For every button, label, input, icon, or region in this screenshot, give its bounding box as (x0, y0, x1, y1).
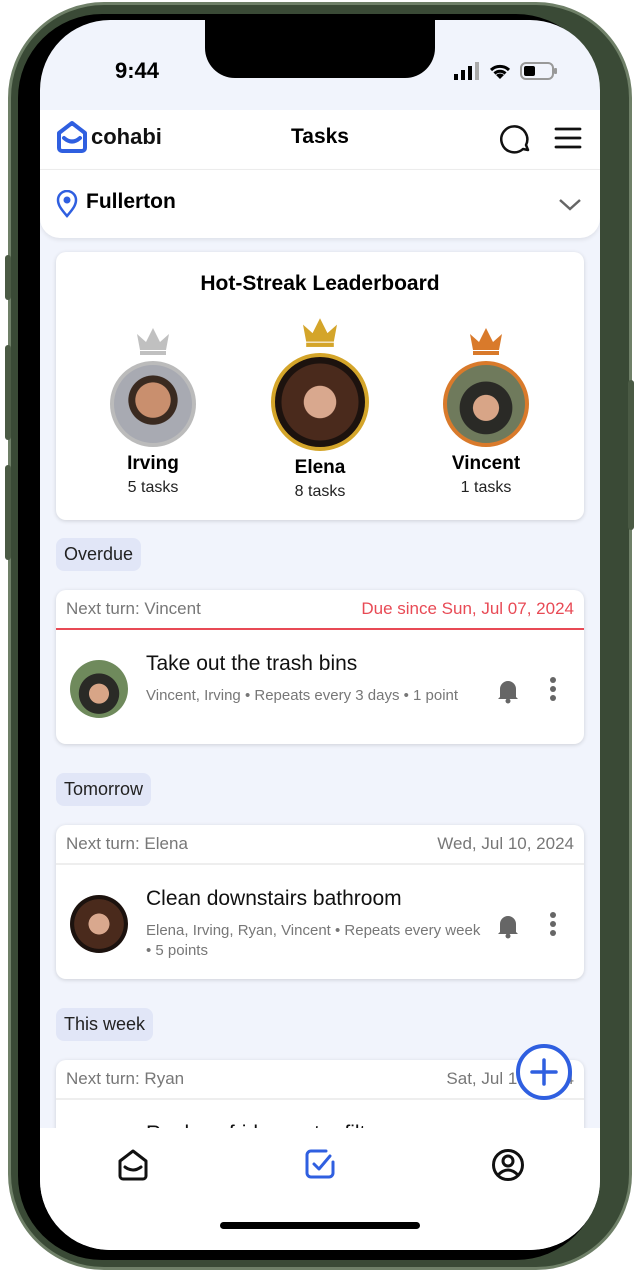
avatar (70, 660, 128, 718)
person-name: Elena (294, 457, 346, 478)
volume-up-button (5, 345, 11, 440)
location-name: Fullerton (86, 190, 176, 213)
avatar (271, 353, 369, 451)
notch (205, 20, 435, 78)
wifi-icon (489, 64, 511, 79)
task-title: Clean downstairs bathroom (146, 887, 402, 910)
task-meta: Elena, Irving, Ryan, Vincent • Repeats e… (146, 922, 481, 959)
location-pin-icon (56, 190, 78, 218)
task-title: Take out the trash bins (146, 652, 358, 675)
plus-icon (530, 1058, 558, 1086)
leaderboard-vincent[interactable]: Vincent 1 tasks (416, 324, 556, 497)
avatar (110, 361, 196, 447)
leaderboard-card: Hot-Streak Leaderboard Irving 5 tasks El… (56, 252, 584, 520)
person-task-count: 5 tasks (127, 479, 179, 496)
leaderboard-title: Hot-Streak Leaderboard (200, 272, 440, 295)
chat-icon[interactable] (500, 122, 532, 154)
more-options-icon[interactable] (549, 911, 557, 937)
person-task-count: 8 tasks (294, 483, 346, 500)
nav-home-icon[interactable] (116, 1148, 150, 1182)
next-turn: Next turn: Elena (66, 834, 188, 853)
person-task-count: 1 tasks (460, 479, 512, 496)
due-date: Wed, Jul 10, 2024 (437, 834, 574, 853)
screen: 9:44 cohabi Tasks Fullerton Hot-Streak L… (40, 20, 600, 1250)
power-button (628, 380, 634, 530)
nav-tasks-icon[interactable] (304, 1148, 336, 1180)
status-time: 9:44 (115, 58, 160, 83)
next-turn: Next turn: Ryan (66, 1069, 185, 1088)
nav-profile-icon[interactable] (491, 1148, 525, 1182)
chevron-down-icon[interactable] (558, 198, 582, 212)
home-indicator[interactable] (220, 1222, 420, 1229)
due-date: Due since Sun, Jul 07, 2024 (361, 599, 574, 618)
menu-icon[interactable] (554, 122, 582, 154)
bell-icon[interactable] (496, 678, 520, 704)
task-meta: Vincent, Irving • Repeats every 3 days •… (146, 687, 459, 704)
next-turn: Next turn: Vincent (66, 599, 201, 618)
status-icons (454, 62, 558, 80)
mute-switch (5, 255, 11, 300)
volume-down-button (5, 465, 11, 560)
location-selector[interactable]: Fullerton (40, 170, 600, 238)
app-header: cohabi Tasks (40, 110, 600, 170)
avatar (443, 361, 529, 447)
crown-icon (470, 328, 502, 355)
crown-icon (303, 318, 337, 347)
task-card[interactable]: Next turn: Elena Wed, Jul 10, 2024 Clean … (56, 825, 584, 979)
bottom-nav (40, 1128, 600, 1250)
task-card[interactable]: Next turn: Vincent Due since Sun, Jul 07,… (56, 590, 584, 744)
section-label-this-week: This week (56, 1008, 154, 1041)
battery-icon (520, 62, 557, 80)
person-name: Vincent (451, 453, 521, 474)
bell-icon[interactable] (496, 913, 520, 939)
crown-icon (137, 328, 169, 355)
leaderboard-elena[interactable]: Elena 8 tasks (250, 314, 390, 501)
add-task-button[interactable] (516, 1044, 572, 1100)
section-label-tomorrow: Tomorrow (56, 773, 152, 806)
person-name: Irving (127, 453, 179, 474)
more-options-icon[interactable] (549, 676, 557, 702)
leaderboard-irving[interactable]: Irving 5 tasks (83, 324, 223, 497)
section-label-overdue: Overdue (56, 538, 142, 571)
signal-icon (454, 62, 479, 80)
avatar (70, 895, 128, 953)
